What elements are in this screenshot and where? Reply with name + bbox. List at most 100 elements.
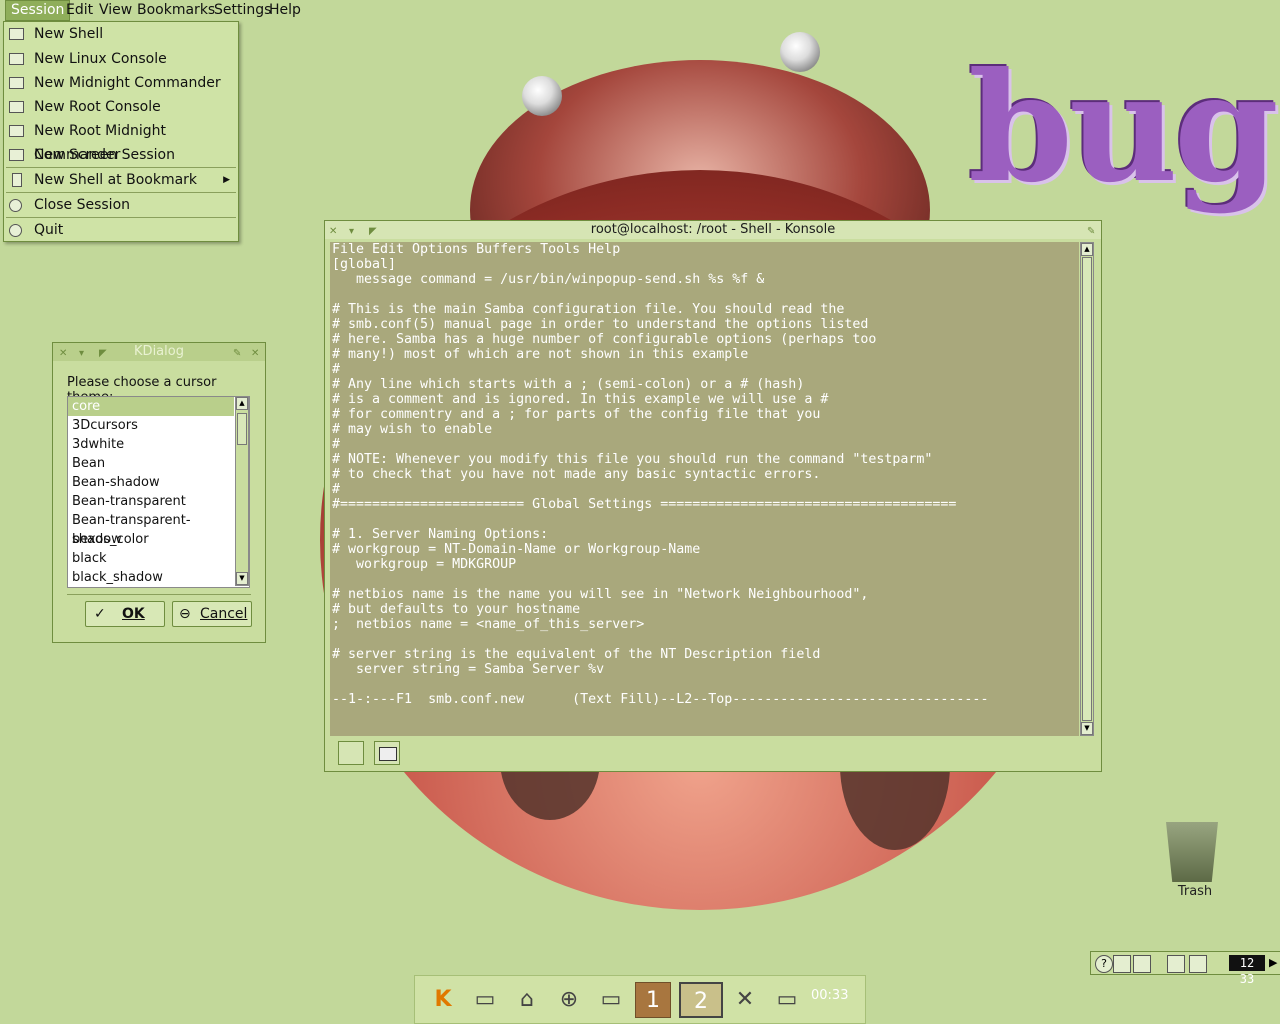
terminal-line: # workgroup = NT-Domain-Name or Workgrou…	[332, 542, 701, 557]
trash-desktop-icon[interactable]: Trash	[1160, 818, 1230, 902]
new-session-icon[interactable]	[338, 741, 364, 765]
terminal-line: # is a comment and is ignored. In this e…	[332, 392, 829, 407]
resize-icon[interactable]: ◤	[99, 345, 107, 363]
konsole-titlebar[interactable]: ✕ ▾ ◤ root@localhost: /root - Shell - Ko…	[325, 221, 1101, 239]
konsole-menubar: Session Edit View Bookmarks Settings Hel…	[0, 0, 1280, 21]
window-list-icon[interactable]: ▭	[467, 982, 503, 1018]
terminal-line: # This is the main Samba configuration f…	[332, 302, 845, 317]
terminal-line: # 1. Server Naming Options:	[332, 527, 549, 542]
close-icon[interactable]: ✕	[329, 223, 337, 241]
close-icon[interactable]: ✕	[59, 345, 67, 363]
menu-item-new-screen-session[interactable]: New Screen Session	[4, 143, 238, 167]
scrollbar-thumb[interactable]	[1082, 257, 1092, 721]
quit-icon	[9, 224, 22, 237]
terminal-icon	[9, 149, 24, 161]
list-item[interactable]: 3dwhite	[68, 435, 234, 454]
help-lifesaver-icon[interactable]: ⊕	[551, 982, 587, 1018]
chevron-right-icon[interactable]: ▶	[1269, 955, 1277, 971]
system-tray: ? 12 33 ▶	[1090, 951, 1280, 986]
konsole-title: root@localhost: /root - Shell - Konsole	[590, 222, 836, 237]
list-item[interactable]: black_shadow	[68, 568, 234, 587]
kde-menu-icon[interactable]: K	[425, 982, 461, 1018]
network-icon[interactable]	[1113, 955, 1131, 973]
wallpaper-bug-logo: bug	[968, 40, 1279, 216]
list-item[interactable]: 3Dcursors	[68, 416, 234, 435]
chevron-down-icon[interactable]: ▾	[349, 223, 354, 241]
list-item[interactable]: Bean	[68, 454, 234, 473]
terminal-line: # but defaults to your hostname	[332, 602, 581, 617]
kdialog-window: ✕ ▾ ◤ KDialog ✎ ✕ Please choose a cursor…	[52, 342, 266, 643]
home-icon[interactable]: ⌂	[509, 982, 545, 1018]
cursor-theme-list-scrollbar[interactable]: ▲ ▼	[235, 396, 249, 586]
clipboard-icon[interactable]	[1167, 955, 1185, 973]
terminal-scrollbar[interactable]: ▲ ▼	[1080, 242, 1094, 736]
menu-item-new-shell-at-bookmark[interactable]: New Shell at Bookmark ▶	[4, 168, 238, 192]
terminal-line: # server string is the equivalent of the…	[332, 647, 821, 662]
terminal-icon	[9, 125, 24, 137]
submenu-arrow-icon: ▶	[223, 175, 230, 185]
ok-button[interactable]: ✓ OK	[85, 601, 165, 627]
help-icon[interactable]: ?	[1095, 955, 1113, 973]
terminal-line: # may wish to enable	[332, 422, 493, 437]
calendar-icon[interactable]	[1189, 955, 1207, 973]
scroll-down-icon[interactable]: ▼	[1081, 722, 1093, 735]
tray-clock[interactable]: 12 33	[1229, 955, 1265, 986]
terminal-icon[interactable]: ▭	[769, 982, 805, 1018]
cursor-theme-list[interactable]: core 3Dcursors 3dwhite Bean Bean-shadow …	[67, 396, 250, 588]
menu-item-new-midnight-commander[interactable]: New Midnight Commander	[4, 71, 238, 95]
terminal-line: message command = /usr/bin/winpopup-send…	[332, 272, 765, 287]
cancel-button[interactable]: ⊖ Cancel	[172, 601, 252, 627]
scroll-up-icon[interactable]: ▲	[1081, 243, 1093, 256]
terminal-line: ; netbios name = <name_of_this_server>	[332, 617, 645, 632]
list-item[interactable]: Bean-transparent	[68, 492, 234, 511]
scroll-down-icon[interactable]: ▼	[236, 572, 248, 585]
resize-icon[interactable]: ◤	[369, 223, 377, 241]
desktop-2-icon[interactable]: 2	[679, 982, 723, 1018]
terminal-area[interactable]: File Edit Options Buffers Tools Help [gl…	[330, 242, 1079, 736]
menu-help[interactable]: Help	[264, 1, 306, 20]
terminal-line: # NOTE: Whenever you modify this file yo…	[332, 452, 933, 467]
sticky-icon[interactable]: ✎	[233, 345, 241, 363]
trash-icon	[1166, 822, 1218, 882]
terminal-line: # here. Samba has a huge number of confi…	[332, 332, 877, 347]
menu-item-new-root-console[interactable]: New Root Console	[4, 95, 238, 119]
session-tab-shell[interactable]	[374, 741, 400, 765]
desktop-1-icon[interactable]: 1	[635, 982, 671, 1018]
menu-item-close-session[interactable]: Close Session	[4, 193, 238, 217]
list-item[interactable]: black	[68, 549, 234, 568]
taskbar-clock[interactable]: 00:33	[811, 988, 848, 1003]
kdialog-titlebar[interactable]: ✕ ▾ ◤ KDialog ✎ ✕	[53, 343, 265, 361]
terminal-line: # Any line which starts with a ; (semi-c…	[332, 377, 805, 392]
menu-edit[interactable]: Edit	[61, 1, 98, 20]
terminal-icon	[9, 101, 24, 113]
terminal-line: File Edit Options Buffers Tools Help	[332, 242, 621, 257]
list-item[interactable]: bexos_color	[68, 530, 234, 549]
display-icon[interactable]	[1133, 955, 1151, 973]
menu-item-new-linux-console[interactable]: New Linux Console	[4, 47, 238, 71]
terminal-icon[interactable]: ▭	[593, 982, 629, 1018]
terminal-line: # smb.conf(5) manual page in order to un…	[332, 317, 869, 332]
taskbar: K ▭ ⌂ ⊕ ▭ 1 2 ✕ ▭ 00:33	[414, 975, 866, 1024]
antenna-ball	[780, 32, 820, 72]
cancel-icon: ⊖	[179, 606, 191, 622]
list-item[interactable]: Bean-shadow	[68, 473, 234, 492]
close-x-icon[interactable]: ✕	[727, 982, 763, 1018]
scroll-up-icon[interactable]: ▲	[236, 397, 248, 410]
bookmark-icon	[12, 173, 22, 187]
terminal-line: # for commentry and a ; for parts of the…	[332, 407, 821, 422]
sticky-icon[interactable]: ✎	[1087, 223, 1095, 241]
list-item[interactable]: core	[68, 397, 234, 416]
dialog-separator	[67, 594, 251, 595]
terminal-icon	[379, 747, 397, 761]
menu-item-new-root-midnight-commander[interactable]: New Root Midnight Commander	[4, 119, 238, 163]
menu-item-quit[interactable]: Quit	[4, 218, 238, 242]
terminal-line: #======================= Global Settings…	[332, 497, 957, 512]
menu-view[interactable]: View	[94, 1, 137, 20]
terminal-line: # many!) most of which are not shown in …	[332, 347, 749, 362]
chevron-down-icon[interactable]: ▾	[79, 345, 84, 363]
menu-bookmarks[interactable]: Bookmarks	[132, 1, 220, 20]
menu-item-new-shell[interactable]: New Shell	[4, 22, 238, 46]
scrollbar-thumb[interactable]	[237, 413, 247, 445]
close-icon[interactable]: ✕	[251, 345, 259, 363]
list-item[interactable]: Bean-transparent-shadow	[68, 511, 234, 547]
